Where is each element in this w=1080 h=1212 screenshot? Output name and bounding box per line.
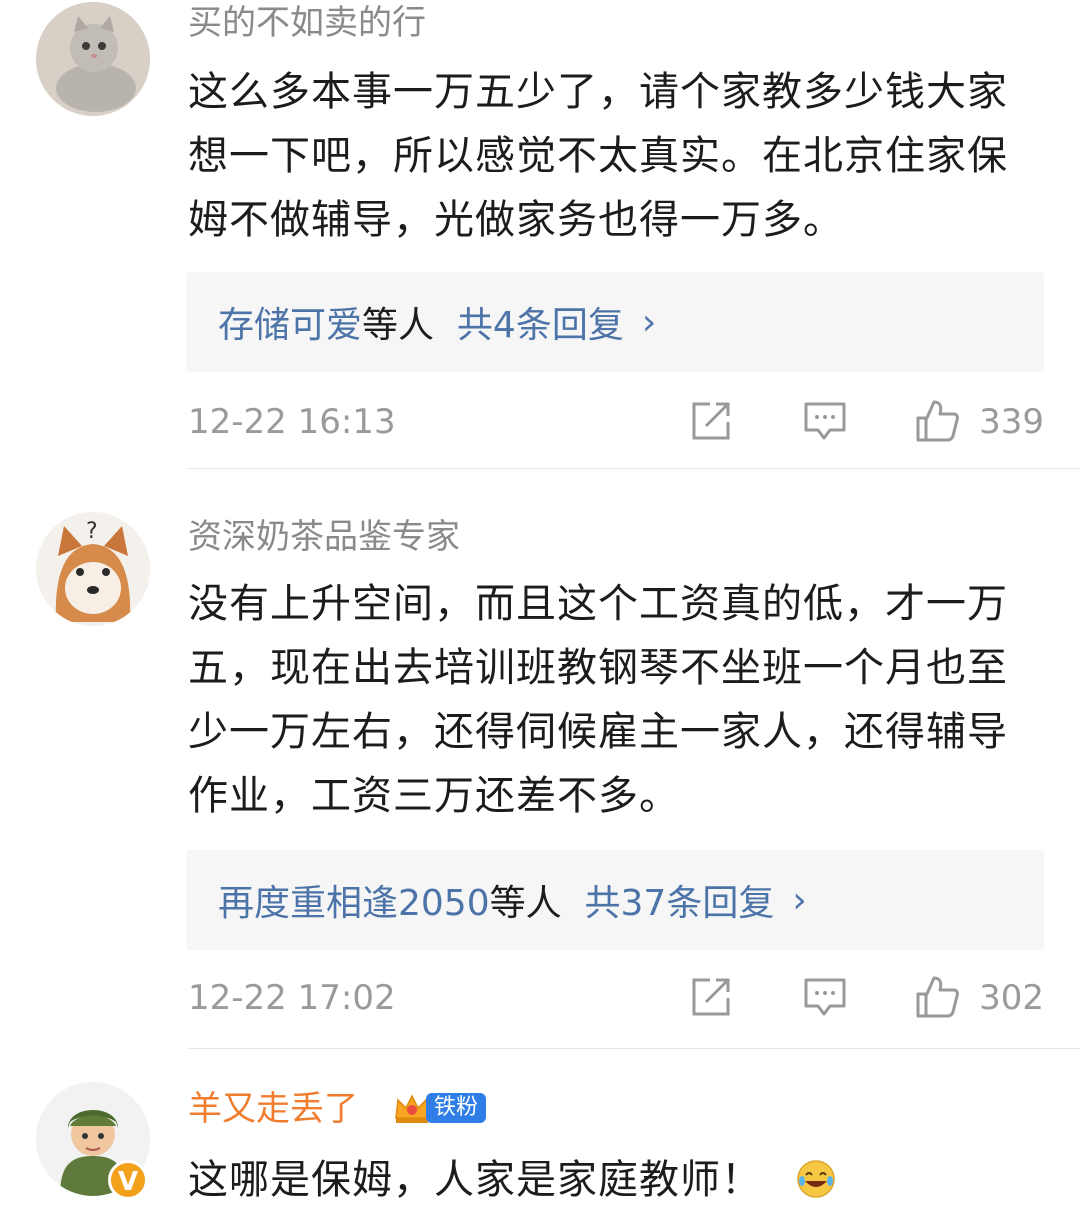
comment-text: 这么多本事一万五少了，请个家教多少钱大家想一下吧，所以感觉不太真实。在北京住家保… — [188, 69, 1008, 243]
comment-meta: 12-22 17:02 302 — [188, 970, 1044, 1030]
svg-text:?: ? — [86, 519, 98, 544]
laughing-crying-emoji-icon — [796, 1160, 835, 1198]
comment-icon[interactable] — [802, 398, 848, 444]
dog-avatar-icon: ? — [36, 512, 150, 626]
verified-badge: V — [108, 1160, 148, 1200]
reply-mid: 等人 — [489, 883, 562, 924]
username[interactable]: 资深奶茶品鉴专家 — [188, 516, 460, 558]
comment-text: 这哪是保姆，人家是家庭教师！ — [188, 1148, 1048, 1212]
reply-users: 再度重相逢2050 — [218, 883, 490, 924]
like-count: 339 — [979, 402, 1044, 442]
reply-mid: 等人 — [362, 305, 435, 346]
share-icon[interactable] — [688, 974, 734, 1020]
divider — [188, 1048, 1080, 1049]
timestamp: 12-22 16:13 — [188, 402, 396, 442]
fan-badge[interactable]: 铁粉 — [392, 1088, 487, 1128]
reply-count: 共37条回复 — [584, 883, 775, 924]
avatar[interactable]: ? — [36, 512, 150, 626]
thumbs-up-icon[interactable] — [914, 974, 960, 1020]
reply-count: 共4条回复 — [456, 305, 624, 346]
comment-meta: 12-22 16:13 339 — [188, 394, 1044, 454]
chevron-right-icon: › — [641, 301, 657, 343]
cat-avatar-icon — [36, 2, 150, 116]
username[interactable]: 买的不如卖的行 — [188, 2, 426, 44]
like-count: 302 — [979, 978, 1044, 1018]
comment-text: 没有上升空间，而且这个工资真的低，才一万五，现在出去培训班教钢琴不坐班一个月也至… — [188, 581, 1008, 819]
username[interactable]: 羊又走丢了 — [188, 1088, 358, 1130]
chevron-right-icon: › — [792, 879, 807, 921]
reply-summary[interactable]: 再度重相逢2050等人 共37条回复 › — [186, 850, 1044, 950]
fan-badge-label: 铁粉 — [426, 1093, 487, 1123]
thumbs-up-icon[interactable] — [914, 398, 960, 444]
reply-users: 存储可爱 — [218, 305, 363, 346]
share-icon[interactable] — [688, 398, 734, 444]
avatar[interactable] — [36, 2, 150, 116]
reply-summary[interactable]: 存储可爱等人 共4条回复 › — [186, 272, 1044, 372]
comment-icon[interactable] — [802, 974, 848, 1020]
divider — [188, 468, 1080, 469]
timestamp: 12-22 17:02 — [188, 978, 396, 1018]
